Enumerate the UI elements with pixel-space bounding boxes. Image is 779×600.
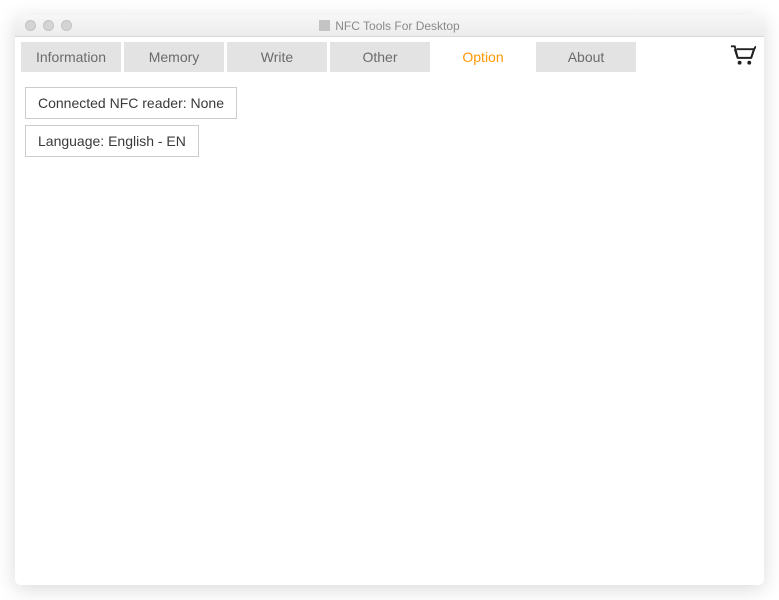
close-window-button[interactable] bbox=[25, 20, 36, 31]
tab-about[interactable]: About bbox=[536, 42, 636, 72]
tab-label: About bbox=[568, 49, 605, 65]
zoom-window-button[interactable] bbox=[61, 20, 72, 31]
connected-nfc-reader-label: Connected NFC reader: None bbox=[38, 95, 224, 111]
window-title: NFC Tools For Desktop bbox=[15, 19, 764, 33]
titlebar: NFC Tools For Desktop bbox=[15, 15, 764, 37]
app-icon bbox=[319, 20, 330, 31]
tab-information[interactable]: Information bbox=[21, 42, 121, 72]
connected-nfc-reader-button[interactable]: Connected NFC reader: None bbox=[25, 87, 237, 119]
tab-label: Memory bbox=[149, 49, 200, 65]
tabs: Information Memory Write Other Option Ab… bbox=[21, 42, 636, 72]
language-label: Language: English - EN bbox=[38, 133, 186, 149]
tab-other[interactable]: Other bbox=[330, 42, 430, 72]
window-title-text: NFC Tools For Desktop bbox=[335, 19, 459, 33]
language-button[interactable]: Language: English - EN bbox=[25, 125, 199, 157]
cart-icon bbox=[729, 43, 756, 72]
content-area: Connected NFC reader: None Language: Eng… bbox=[15, 77, 764, 585]
tab-write[interactable]: Write bbox=[227, 42, 327, 72]
minimize-window-button[interactable] bbox=[43, 20, 54, 31]
tab-label: Other bbox=[362, 49, 397, 65]
tab-label: Information bbox=[36, 49, 106, 65]
tab-label: Option bbox=[462, 49, 503, 65]
traffic-lights bbox=[15, 20, 72, 31]
tab-option[interactable]: Option bbox=[433, 42, 533, 72]
cart-button[interactable] bbox=[726, 42, 758, 72]
tab-label: Write bbox=[261, 49, 293, 65]
toolbar: Information Memory Write Other Option Ab… bbox=[15, 37, 764, 77]
app-window: NFC Tools For Desktop Information Memory… bbox=[15, 15, 764, 585]
tab-memory[interactable]: Memory bbox=[124, 42, 224, 72]
